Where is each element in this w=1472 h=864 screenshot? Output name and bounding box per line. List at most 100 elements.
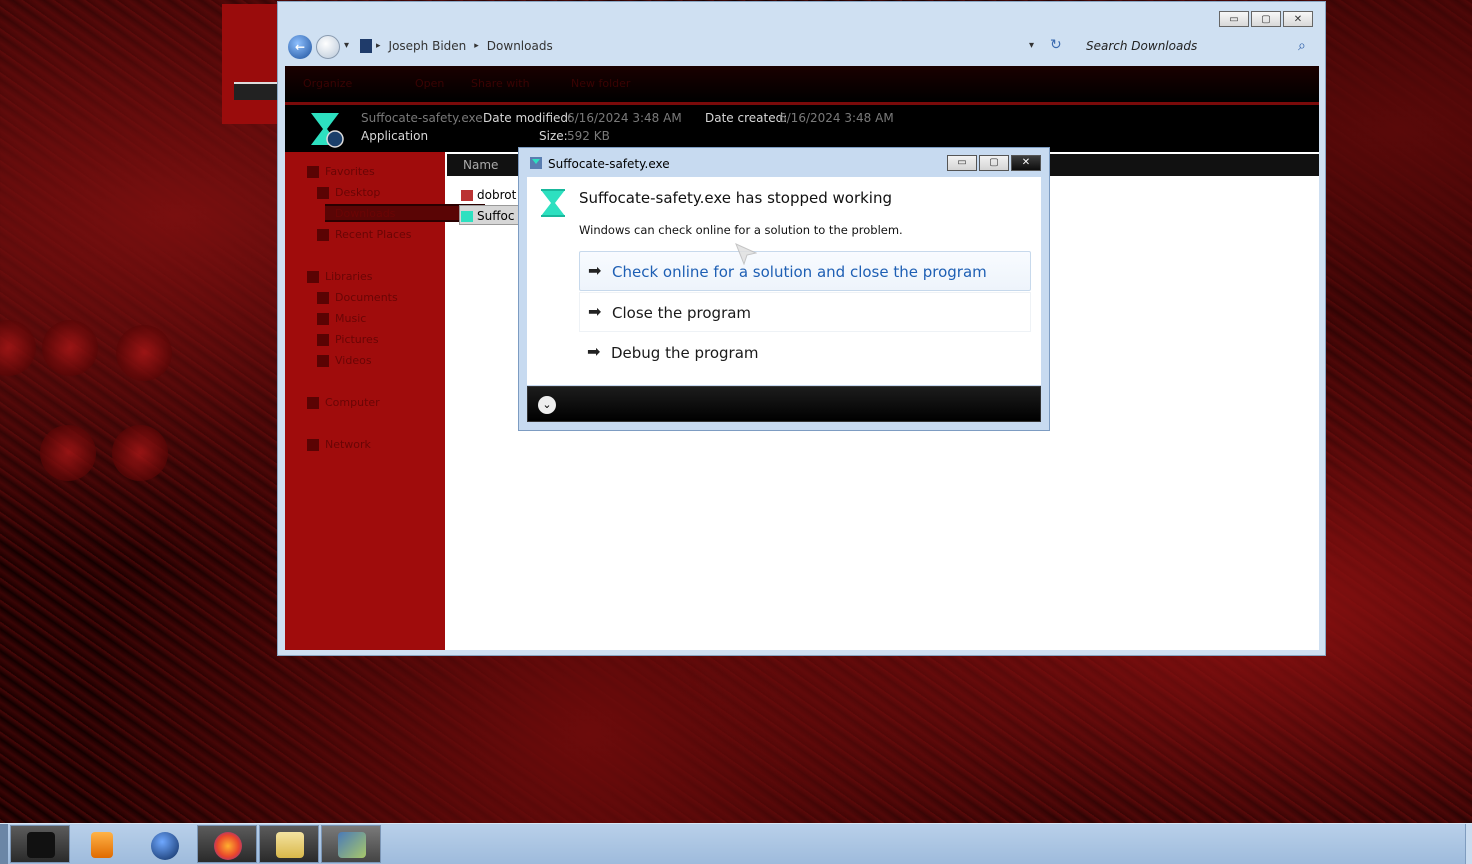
computer-icon [307, 397, 319, 409]
forward-button[interactable] [316, 35, 340, 59]
desktop-icon[interactable] [0, 320, 36, 376]
minimize-button[interactable]: ▭ [1219, 11, 1249, 27]
debug-program-option[interactable]: ➡ Debug the program [579, 333, 1031, 373]
check-online-label: Check online for a solution and close th… [612, 263, 987, 281]
hourglass-app-icon [311, 113, 344, 148]
back-button[interactable]: ← [288, 35, 312, 59]
sidebar-item-videos[interactable]: Videos [335, 354, 372, 367]
folder-icon [27, 832, 55, 858]
share-with-button[interactable]: Share with [471, 77, 530, 90]
recent-places-icon [317, 229, 329, 241]
address-dropdown[interactable]: ▾ [1029, 40, 1034, 51]
refresh-icon[interactable]: ↻ [1050, 37, 1062, 53]
dialog-window-controls: ▭ ▢ ✕ [947, 155, 1041, 171]
documents-icon [317, 292, 329, 304]
archive-icon [461, 190, 473, 201]
breadcrumb-item[interactable]: Joseph Biden [389, 39, 467, 53]
sidebar-item-desktop[interactable]: Desktop [335, 186, 380, 199]
desktop-tile [222, 4, 278, 124]
desktop-icon[interactable] [40, 425, 96, 481]
taskbar-explorer-button[interactable] [10, 825, 70, 863]
dialog-title: Suffocate-safety.exe [548, 157, 670, 171]
breadcrumb: ▸ Joseph Biden ▸ Downloads [376, 39, 553, 53]
maximize-button[interactable]: ▢ [1251, 11, 1281, 27]
music-icon [317, 313, 329, 325]
navigation-pane: Favorites Desktop Downloads Recent Place… [285, 152, 485, 650]
dialog-close-button[interactable]: ✕ [1011, 155, 1041, 171]
error-dialog: Suffocate-safety.exe ▭ ▢ ✕ Suffocate-saf… [518, 147, 1050, 431]
globe-icon [151, 832, 179, 860]
media-player-icon [91, 832, 113, 858]
arrow-right-icon: ➡ [587, 342, 601, 361]
arrow-right-icon: ➡ [588, 302, 602, 321]
desktop-icon[interactable] [116, 325, 172, 381]
network-icon [307, 439, 319, 451]
dialog-body: Suffocate-safety.exe has stopped working… [527, 177, 1041, 385]
videos-icon [317, 355, 329, 367]
name-column-header[interactable]: Name [463, 158, 498, 172]
sidebar-item-network[interactable]: Network [325, 438, 371, 451]
sidebar-item-documents[interactable]: Documents [335, 291, 398, 304]
chevron-down-icon[interactable]: ⌄ [538, 396, 556, 414]
dialog-footer: ⌄ [527, 386, 1041, 422]
dialog-minimize-button[interactable]: ▭ [947, 155, 977, 171]
taskbar [0, 823, 1472, 864]
date-modified-label: Date modified: [483, 111, 573, 125]
folder-icon [276, 832, 304, 858]
details-pane: Suffocate-safety.exe Application Date mo… [285, 105, 1319, 152]
desktop-icon [317, 187, 329, 199]
sidebar-item-downloads[interactable]: Downloads [335, 207, 395, 220]
show-desktop-button[interactable] [1465, 824, 1472, 864]
app-icon [338, 832, 366, 858]
check-online-option[interactable]: ➡ Check online for a solution and close … [579, 251, 1031, 291]
file-item-dobrot[interactable]: dobrot [477, 188, 516, 202]
star-icon [307, 166, 319, 178]
sidebar-item-pictures[interactable]: Pictures [335, 333, 379, 346]
date-modified-value: 6/16/2024 3:48 AM [567, 111, 682, 125]
taskbar-folder-button[interactable] [259, 825, 319, 863]
error-headline: Suffocate-safety.exe has stopped working [579, 189, 892, 207]
close-program-label: Close the program [612, 304, 752, 322]
details-file-type: Application [361, 129, 429, 143]
desktop-tile-bar [234, 82, 278, 100]
sidebar-item-music[interactable]: Music [335, 312, 366, 325]
breadcrumb-item[interactable]: Downloads [487, 39, 553, 53]
search-icon[interactable]: ⌕ [1298, 38, 1306, 54]
dialog-maximize-button[interactable]: ▢ [979, 155, 1009, 171]
hourglass-icon [541, 189, 565, 217]
app-title-icon [530, 157, 542, 169]
address-bar: ← ▾ ▸ Joseph Biden ▸ Downloads ▾ ↻ Searc… [286, 34, 1316, 60]
size-value: 592 KB [567, 129, 610, 143]
start-edge[interactable] [0, 824, 8, 864]
libraries-icon [307, 271, 319, 283]
recent-pages-dropdown[interactable]: ▾ [344, 40, 349, 51]
new-folder-button[interactable]: New folder [571, 77, 630, 90]
file-item-suffocate[interactable]: Suffoc [477, 209, 514, 223]
firefox-icon [214, 832, 242, 860]
open-button[interactable]: Open [415, 77, 444, 90]
organize-button[interactable]: Organize [303, 77, 352, 90]
search-input[interactable]: Search Downloads [1086, 39, 1306, 53]
sidebar-item-recent-places[interactable]: Recent Places [335, 228, 412, 241]
arrow-right-icon: ➡ [588, 261, 602, 280]
date-created-label: Date created: [705, 111, 788, 125]
hourglass-file-icon [461, 211, 473, 222]
taskbar-app-button[interactable] [321, 825, 381, 863]
size-label: Size: [539, 129, 568, 143]
close-button[interactable]: ✕ [1283, 11, 1313, 27]
taskbar-globe-button[interactable] [134, 825, 194, 863]
close-program-option[interactable]: ➡ Close the program [579, 292, 1031, 332]
desktop-icon[interactable] [112, 425, 168, 481]
sidebar-item-computer[interactable]: Computer [325, 396, 380, 409]
taskbar-media-player-button[interactable] [72, 825, 132, 863]
error-subline: Windows can check online for a solution … [579, 223, 903, 237]
folder-icon [360, 39, 372, 53]
command-bar: Organize Open Share with New folder [285, 66, 1319, 105]
sidebar-item-libraries[interactable]: Libraries [325, 270, 373, 283]
mouse-cursor-icon [735, 243, 757, 265]
taskbar-firefox-button[interactable] [197, 825, 257, 863]
sidebar-item-favorites[interactable]: Favorites [325, 165, 375, 178]
desktop-icon[interactable] [42, 320, 98, 376]
debug-program-label: Debug the program [611, 344, 759, 362]
window-controls: ▭ ▢ ✕ [1219, 11, 1313, 27]
